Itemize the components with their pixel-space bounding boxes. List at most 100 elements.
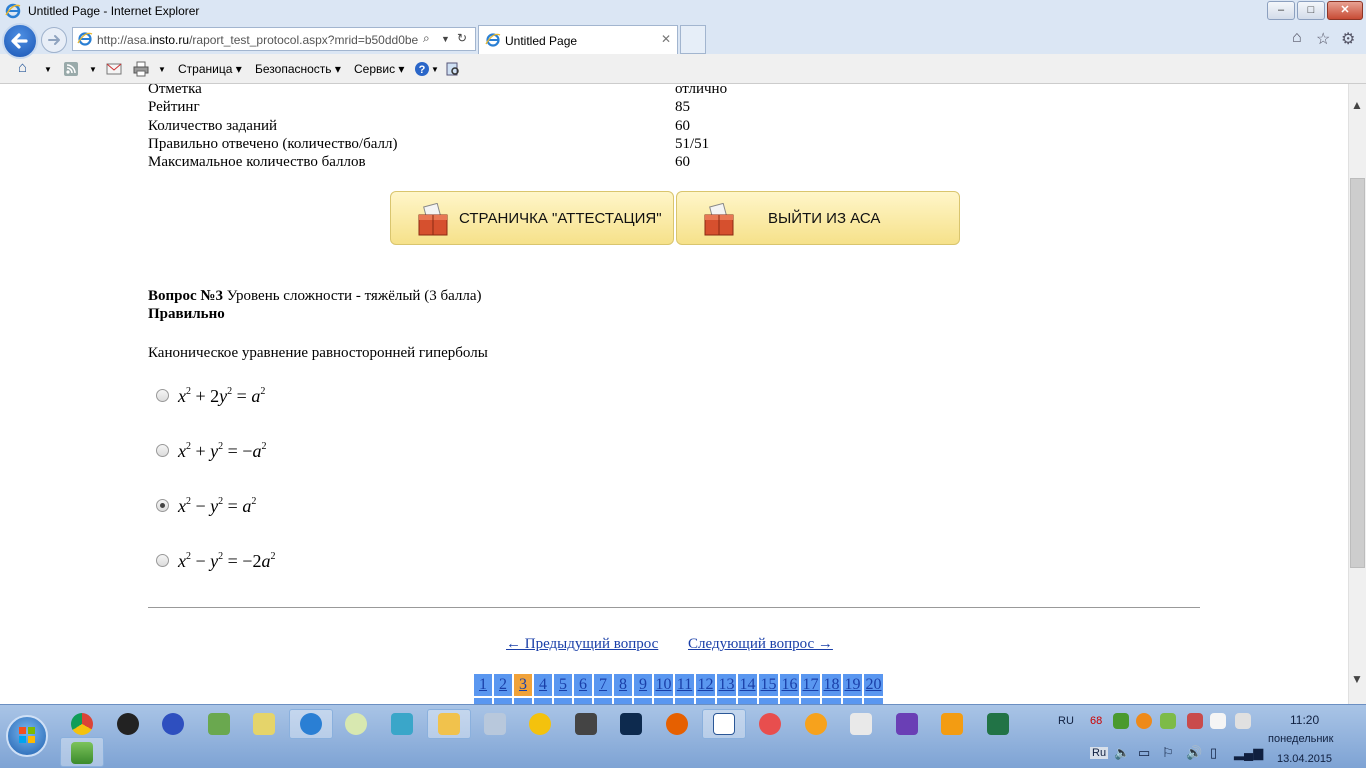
page-number-link[interactable]: 13 (717, 674, 736, 696)
excel-icon[interactable] (987, 713, 1009, 735)
speaker-icon[interactable]: 🔈 (1114, 745, 1130, 761)
tray-app-icon[interactable] (1187, 713, 1203, 729)
settings-gear-icon[interactable]: ⚙ (1341, 29, 1355, 49)
address-bar[interactable]: http://asa.insto.ru/raport_test_protocol… (72, 27, 476, 51)
firefox-icon[interactable] (666, 713, 688, 735)
scroll-up-icon[interactable]: ▲ (1351, 98, 1363, 112)
service-menu[interactable]: Сервис ▾ (354, 62, 404, 76)
answer-radio[interactable] (156, 499, 169, 512)
page-number-link[interactable]: 20 (864, 674, 883, 696)
tray-app-icon[interactable] (1235, 713, 1251, 729)
chrome-icon[interactable] (71, 713, 93, 735)
messenger-icon[interactable] (805, 713, 827, 735)
photoshop-icon[interactable] (620, 713, 642, 735)
visual-studio-icon[interactable] (896, 713, 918, 735)
clock-date[interactable]: 13.04.2015 (1277, 753, 1332, 765)
help-icon[interactable]: ? (414, 61, 430, 77)
dropdown-icon[interactable]: ▼ (441, 34, 450, 44)
dropdown-icon[interactable]: ▼ (44, 65, 52, 74)
answer-radio[interactable] (156, 554, 169, 567)
scroll-down-icon[interactable]: ▼ (1351, 672, 1363, 686)
speaker-icon[interactable] (484, 713, 506, 735)
next-question-link[interactable]: Следующий вопрос → (688, 636, 833, 653)
signal-icon[interactable]: ▂▄▆ (1234, 745, 1263, 761)
page-number-link[interactable]: 15 (759, 674, 778, 696)
page-number-link[interactable]: 12 (696, 674, 715, 696)
tab-untitled-page[interactable]: Untitled Page ✕ (478, 25, 678, 54)
answer-radio[interactable] (156, 444, 169, 457)
home-icon[interactable]: ⌂ (1292, 29, 1302, 47)
tab-close-icon[interactable]: ✕ (661, 32, 671, 46)
power-icon[interactable]: ▯ (1210, 745, 1217, 761)
internet-explorer-icon[interactable] (300, 713, 322, 735)
tray-app-icon[interactable] (1136, 713, 1152, 729)
answer-radio[interactable] (156, 389, 169, 402)
research-icon[interactable] (445, 61, 461, 77)
page-number-link[interactable]: 16 (780, 674, 799, 696)
page-number-link[interactable]: 2 (494, 674, 512, 696)
tray-app-icon[interactable] (1210, 713, 1226, 729)
word-icon[interactable] (713, 713, 735, 735)
winrar-stack-icon[interactable] (71, 742, 93, 764)
warning-icon[interactable] (529, 713, 551, 735)
home-icon[interactable]: ⌂ (18, 59, 27, 76)
minimize-button[interactable]: – (1267, 1, 1295, 20)
close-button[interactable]: ✕ (1327, 1, 1363, 20)
tray-badge[interactable]: 68 (1090, 715, 1102, 727)
page-number-link[interactable]: 6 (574, 674, 592, 696)
rss-feed-icon[interactable] (63, 61, 79, 77)
volume-icon[interactable]: 🔊 (1186, 745, 1202, 761)
bottles-icon[interactable] (208, 713, 230, 735)
favorites-star-icon[interactable]: ☆ (1316, 29, 1330, 49)
folder-icon[interactable] (438, 713, 460, 735)
page-number-link[interactable]: 11 (675, 674, 694, 696)
calendar-icon[interactable] (759, 713, 781, 735)
start-button[interactable] (6, 715, 48, 757)
language-indicator-small[interactable]: Ru (1090, 747, 1109, 759)
page-content[interactable]: Отметка отлично Рейтинг 85 Количество за… (0, 84, 1348, 704)
exit-asa-button[interactable]: ВЫЙТИ ИЗ АСА (676, 191, 960, 245)
page-menu[interactable]: Страница ▾ (178, 62, 242, 76)
clock-time[interactable]: 11:20 (1290, 713, 1319, 727)
page-number-link[interactable]: 3 (514, 674, 532, 696)
page-number-link[interactable]: 14 (738, 674, 757, 696)
mail-icon[interactable] (106, 61, 122, 77)
grid-app-icon[interactable] (850, 713, 872, 735)
maximize-button[interactable]: □ (1297, 1, 1325, 20)
notes-icon[interactable] (253, 713, 275, 735)
previous-question-link[interactable]: ← Предыдущий вопрос (506, 636, 658, 653)
page-number-link[interactable]: 19 (843, 674, 862, 696)
daemon-tools-icon[interactable] (162, 713, 184, 735)
dropdown-icon[interactable]: ▼ (158, 65, 166, 74)
presentation-icon[interactable] (391, 713, 413, 735)
tray-app-icon[interactable] (1160, 713, 1176, 729)
language-indicator[interactable]: RU (1058, 715, 1074, 727)
flag-icon[interactable]: ⚐ (1162, 745, 1174, 761)
scroll-thumb[interactable] (1350, 178, 1365, 568)
refresh-icon[interactable]: ↻ (457, 31, 467, 45)
media-player-icon[interactable] (117, 713, 139, 735)
printer-icon[interactable] (133, 61, 149, 77)
page-number-link[interactable]: 8 (614, 674, 632, 696)
search-icon[interactable]: ⌕ (423, 31, 430, 46)
page-number-link[interactable]: 7 (594, 674, 612, 696)
page-number-link[interactable]: 18 (822, 674, 841, 696)
page-number-link[interactable]: 9 (634, 674, 652, 696)
clock-day[interactable]: понедельник (1268, 733, 1333, 745)
nvidia-icon[interactable] (1113, 713, 1129, 729)
new-tab-button[interactable] (680, 25, 706, 54)
security-menu[interactable]: Безопасность ▾ (255, 62, 341, 76)
forward-button[interactable] (41, 27, 67, 53)
page-number-link[interactable]: 1 (474, 674, 492, 696)
camera-icon[interactable] (575, 713, 597, 735)
dropdown-icon[interactable]: ▼ (89, 65, 97, 74)
monitor-icon[interactable]: ▭ (1138, 745, 1150, 761)
page-number-link[interactable]: 4 (534, 674, 552, 696)
video-player-icon[interactable] (941, 713, 963, 735)
vertical-scrollbar[interactable]: ▲ ▼ (1348, 84, 1366, 704)
page-number-link[interactable]: 17 (801, 674, 820, 696)
wifi-icon[interactable] (345, 713, 367, 735)
dropdown-icon[interactable]: ▼ (431, 65, 439, 74)
attestation-page-button[interactable]: СТРАНИЧКА "АТТЕСТАЦИЯ" (390, 191, 674, 245)
page-number-link[interactable]: 10 (654, 674, 673, 696)
